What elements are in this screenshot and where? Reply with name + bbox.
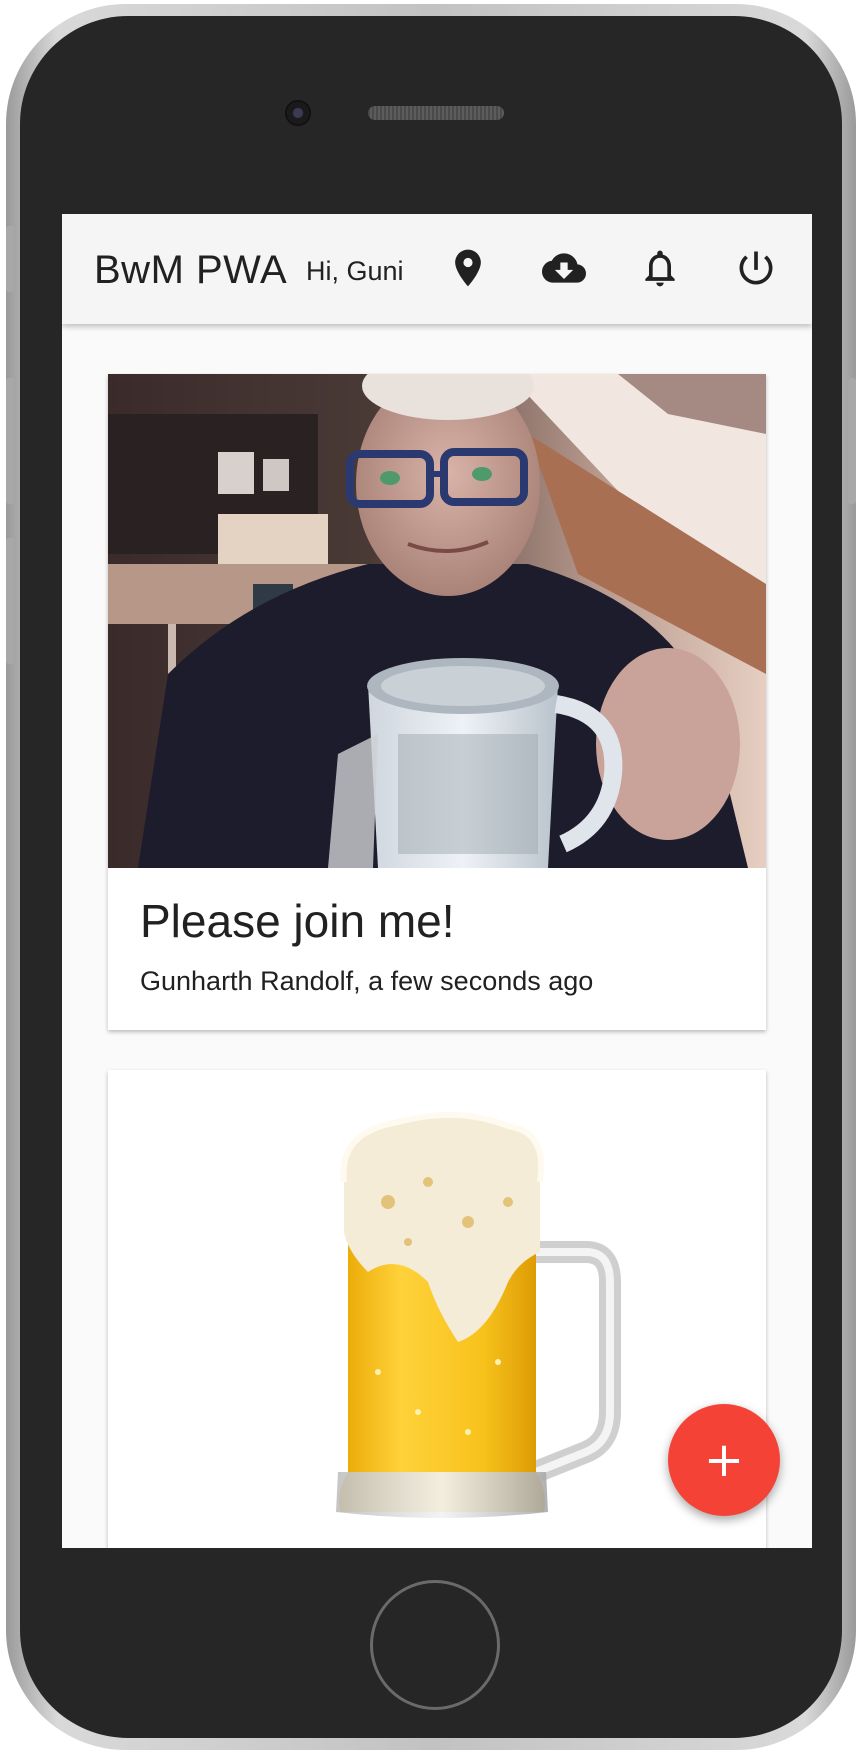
logout-button[interactable] bbox=[728, 240, 784, 296]
post-card[interactable]: Please join me! Gunharth Randolf, a few … bbox=[108, 374, 766, 1030]
location-button[interactable] bbox=[440, 240, 496, 296]
post-author-time: Gunharth Randolf, a few seconds ago bbox=[140, 966, 594, 996]
download-button[interactable] bbox=[536, 240, 592, 296]
power-icon bbox=[739, 251, 773, 285]
bell-icon bbox=[645, 250, 675, 287]
feed: Please join me! Gunharth Randolf, a few … bbox=[62, 324, 812, 1548]
cloud-download-icon bbox=[542, 253, 586, 283]
power-side-button bbox=[848, 378, 856, 504]
post-photo bbox=[108, 374, 766, 868]
screen: BwM PWA Hi, Guni Please join me! Gunhart… bbox=[62, 214, 812, 1548]
beer-mug-image bbox=[308, 1111, 628, 1532]
home-button[interactable] bbox=[370, 1580, 500, 1710]
post-title: Please join me! bbox=[140, 895, 455, 947]
front-camera bbox=[285, 100, 311, 126]
plus-icon: + bbox=[703, 1432, 745, 1488]
volume-down-button bbox=[6, 538, 14, 664]
post-card[interactable] bbox=[108, 1070, 766, 1548]
add-post-button[interactable]: + bbox=[668, 1404, 780, 1516]
notifications-button[interactable] bbox=[632, 240, 688, 296]
earpiece-speaker bbox=[368, 106, 504, 120]
phone-frame: BwM PWA Hi, Guni Please join me! Gunhart… bbox=[6, 4, 856, 1750]
location-pin-icon bbox=[455, 249, 481, 287]
volume-up-button bbox=[6, 378, 14, 504]
user-greeting: Hi, Guni bbox=[306, 256, 404, 286]
app-bar: BwM PWA Hi, Guni bbox=[62, 214, 812, 324]
mute-switch bbox=[6, 226, 14, 292]
app-title: BwM PWA bbox=[94, 248, 288, 292]
